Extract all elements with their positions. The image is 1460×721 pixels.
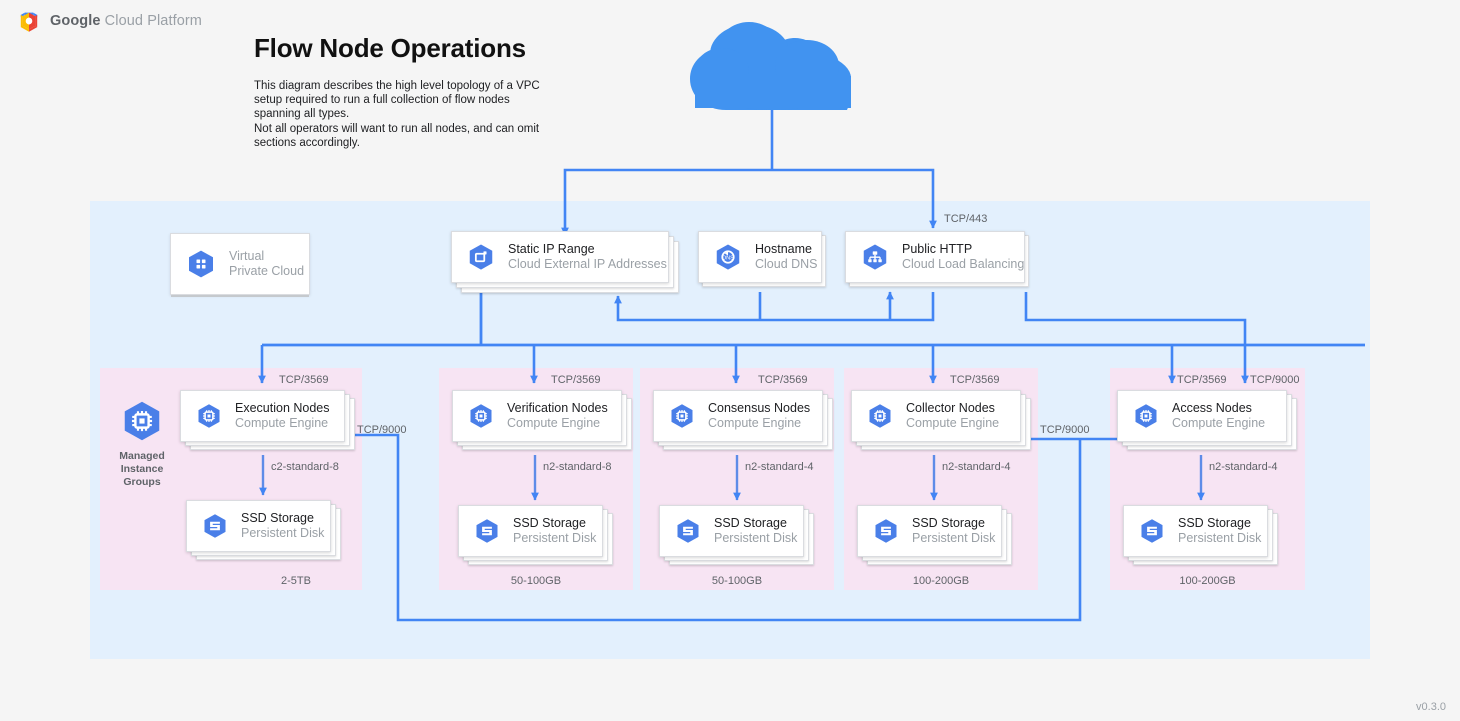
card-consensus-storage[interactable]: SSD Storage Persistent Disk: [659, 505, 814, 567]
description-line-2: Not all operators will want to run all n…: [254, 122, 540, 149]
persistent-disk-icon: [1141, 519, 1163, 543]
compute-engine-icon: [671, 404, 693, 428]
consensus-storage-subtitle: Persistent Disk: [714, 531, 798, 545]
managed-instance-groups-label: Managed Instance Groups: [104, 450, 180, 489]
label-consensus-storage-size: 50-100GB: [711, 575, 763, 587]
card-static-ip-range[interactable]: Static IP Range Cloud External IP Addres…: [451, 231, 679, 293]
mig-label-line2: Instance: [120, 463, 164, 475]
verification-storage-subtitle: Persistent Disk: [513, 531, 597, 545]
label-access-to-execution: TCP/9000: [357, 424, 407, 436]
version-label: v0.3.0: [1416, 701, 1446, 713]
persistent-disk-icon: [677, 519, 699, 543]
compute-engine-icon: [869, 404, 891, 428]
card-consensus-nodes[interactable]: Consensus Nodes Compute Engine: [653, 390, 833, 452]
brand-rest: Cloud Platform: [100, 13, 202, 29]
label-collector-ingress: TCP/3569: [950, 374, 1000, 386]
label-execution-storage-size: 2-5TB: [281, 575, 311, 587]
label-execution-machine-type: c2-standard-8: [271, 461, 339, 473]
card-public-http[interactable]: Public HTTP Cloud Load Balancing: [845, 231, 1031, 293]
label-access-ingress-9000: TCP/9000: [1250, 374, 1300, 386]
label-access-to-collector: TCP/9000: [1040, 424, 1090, 436]
page-description: This diagram describes the high level to…: [254, 79, 544, 150]
label-verification-machine-type: n2-standard-8: [543, 461, 612, 473]
cloud-icon: [690, 22, 851, 110]
static-ip-range-subtitle: Cloud External IP Addresses: [508, 257, 667, 271]
access-nodes-subtitle: Compute Engine: [1172, 416, 1266, 430]
gcp-brand: Google Cloud Platform: [16, 8, 202, 34]
brand-text: Google Cloud Platform: [50, 13, 202, 29]
page-title: Flow Node Operations: [254, 33, 526, 63]
execution-storage-title: SSD Storage: [241, 511, 314, 525]
execution-nodes-subtitle: Compute Engine: [235, 416, 329, 430]
label-access-machine-type: n2-standard-4: [1209, 461, 1278, 473]
execution-nodes-title: Execution Nodes: [235, 401, 330, 415]
persistent-disk-icon: [204, 514, 226, 538]
collector-nodes-title: Collector Nodes: [906, 401, 995, 415]
svg-text:DNS: DNS: [722, 255, 734, 261]
persistent-disk-icon: [875, 519, 897, 543]
verification-nodes-title: Verification Nodes: [507, 401, 608, 415]
cloud-external-ip-addresses-icon: [469, 244, 493, 270]
label-execution-ingress: TCP/3569: [279, 374, 329, 386]
compute-engine-icon: [1135, 404, 1157, 428]
consensus-nodes-title: Consensus Nodes: [708, 401, 811, 415]
public-http-subtitle: Cloud Load Balancing: [902, 257, 1025, 271]
label-verification-ingress: TCP/3569: [551, 374, 601, 386]
static-ip-range-title: Static IP Range: [508, 242, 595, 256]
collector-nodes-subtitle: Compute Engine: [906, 416, 1000, 430]
consensus-nodes-subtitle: Compute Engine: [708, 416, 802, 430]
card-execution-nodes[interactable]: Execution Nodes Compute Engine: [180, 390, 355, 452]
verification-nodes-subtitle: Compute Engine: [507, 416, 601, 430]
access-nodes-title: Access Nodes: [1172, 401, 1252, 415]
collector-storage-subtitle: Persistent Disk: [912, 531, 996, 545]
diagram-canvas: Google Cloud Platform Flow Node Operatio…: [0, 0, 1460, 721]
label-verification-storage-size: 50-100GB: [510, 575, 562, 587]
card-collector-storage[interactable]: SSD Storage Persistent Disk: [857, 505, 1012, 567]
card-hostname[interactable]: DNS Hostname Cloud DNS: [698, 231, 828, 293]
label-internet-to-lb: TCP/443: [944, 213, 988, 225]
vpc-label-secondary: Private Cloud: [229, 264, 305, 278]
card-execution-storage[interactable]: SSD Storage Persistent Disk: [186, 500, 341, 562]
label-access-ingress: TCP/3569: [1177, 374, 1227, 386]
execution-storage-subtitle: Persistent Disk: [241, 526, 325, 540]
label-consensus-ingress: TCP/3569: [758, 374, 808, 386]
label-collector-storage-size: 100-200GB: [912, 575, 970, 587]
mig-label-line1: Managed: [119, 450, 165, 462]
hostname-subtitle: Cloud DNS: [755, 257, 818, 271]
cloud-dns-icon: DNS: [716, 244, 740, 270]
card-access-storage[interactable]: SSD Storage Persistent Disk: [1123, 505, 1278, 567]
cloud-load-balancing-icon: [863, 244, 887, 270]
public-http-title: Public HTTP: [902, 242, 973, 256]
description-line-1: This diagram describes the high level to…: [254, 80, 540, 121]
verification-storage-title: SSD Storage: [513, 516, 586, 530]
collector-storage-title: SSD Storage: [912, 516, 985, 530]
card-verification-nodes[interactable]: Verification Nodes Compute Engine: [452, 390, 632, 452]
vpc-label-primary: Virtual: [229, 249, 265, 263]
managed-instance-groups-icon: [124, 401, 160, 441]
card-collector-nodes[interactable]: Collector Nodes Compute Engine: [851, 390, 1031, 452]
access-storage-title: SSD Storage: [1178, 516, 1251, 530]
card-verification-storage[interactable]: SSD Storage Persistent Disk: [458, 505, 613, 567]
persistent-disk-icon: [476, 519, 498, 543]
mig-label-line3: Groups: [123, 476, 161, 488]
label-consensus-machine-type: n2-standard-4: [745, 461, 814, 473]
consensus-storage-title: SSD Storage: [714, 516, 787, 530]
compute-engine-icon: [198, 404, 220, 428]
hostname-title: Hostname: [755, 242, 812, 256]
card-virtual-private-cloud[interactable]: Virtual Private Cloud: [170, 233, 310, 295]
label-access-storage-size: 100-200GB: [1179, 575, 1236, 587]
compute-engine-icon: [470, 404, 492, 428]
virtual-private-cloud-icon: [189, 250, 213, 278]
access-storage-subtitle: Persistent Disk: [1178, 531, 1262, 545]
card-access-nodes[interactable]: Access Nodes Compute Engine: [1117, 390, 1297, 452]
google-cloud-platform-logo-icon: [20, 10, 38, 32]
brand-bold: Google: [50, 13, 101, 29]
label-collector-machine-type: n2-standard-4: [942, 461, 1011, 473]
